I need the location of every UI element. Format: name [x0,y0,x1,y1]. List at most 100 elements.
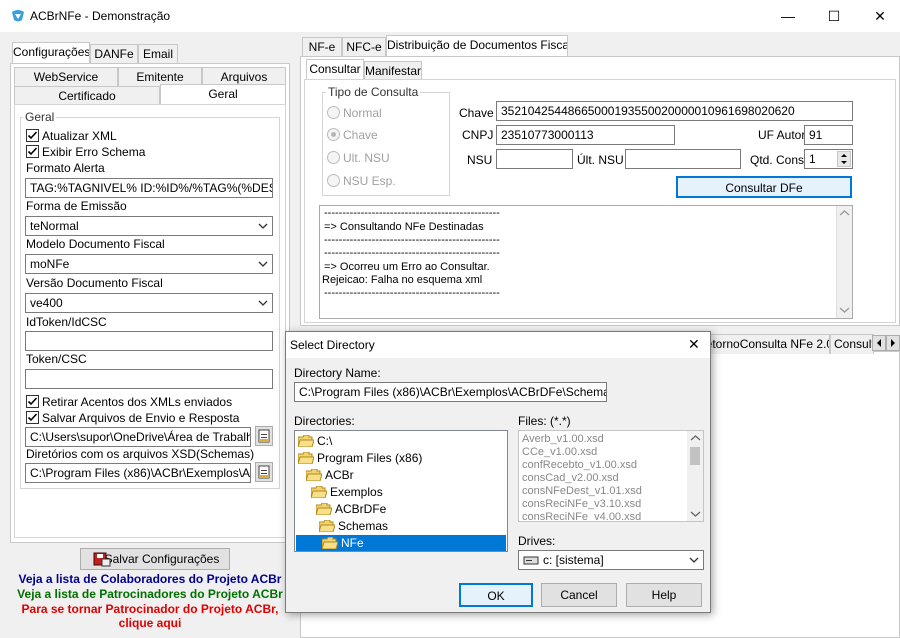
tipo-consulta-title: Tipo de Consulta [326,85,421,99]
tab-manifestar[interactable]: Manifestar [364,61,422,81]
log-scrollbar[interactable] [836,206,852,318]
token-input[interactable] [25,369,273,389]
tab-email[interactable]: Email [138,44,178,64]
dialog-close-button[interactable]: ✕ [688,336,700,353]
files-list[interactable]: Averb_v1.00.xsd CCe_v1.00.xsd confRecebt… [518,430,704,522]
radio-chave[interactable] [327,128,340,141]
tab-configuracoes[interactable]: Configurações [12,42,90,64]
tab-certificado[interactable]: Certificado [14,86,160,106]
browse-salvar-button[interactable] [255,426,273,446]
tab-consultar[interactable]: Consultar [306,59,364,80]
help-button[interactable]: Help [626,583,702,607]
patrocinadores-link[interactable]: Veja a lista de Patrocinadores do Projet… [10,587,290,601]
file-item[interactable]: CCe_v1.00.xsd [522,446,597,459]
dir-item-nfe-selected[interactable]: NFe [296,535,506,551]
qtd-cons-value: 1 [809,152,816,166]
atualizar-xml-checkbox[interactable] [26,129,39,142]
cancel-button[interactable]: Cancel [541,583,617,607]
chave-input[interactable]: 3521042544866500019355002000001096169802… [496,101,853,121]
radio-ult-nsu[interactable] [327,151,340,164]
ult-nsu-input[interactable] [625,149,741,169]
scroll-down-icon[interactable] [839,306,850,314]
dir-item-schemas[interactable]: Schemas [319,518,388,534]
patrocinador-link-line1[interactable]: Para se tornar Patrocinador do Projeto A… [10,602,290,616]
dir-item-acbrdfe[interactable]: ACBrDFe [316,501,386,517]
chevron-down-icon [258,223,268,229]
radio-nsu-esp[interactable] [327,174,340,187]
colaboradores-link[interactable]: Veja a lista de Colaboradores do Projeto… [10,572,290,586]
ult-nsu-label: Últ. NSU [577,153,624,167]
tab-nfce[interactable]: NFC-e [342,37,386,57]
dir-item-program-files[interactable]: Program Files (x86) [298,450,422,466]
file-item[interactable]: consNFeDest_v1.01.xsd [522,485,642,498]
schemas-path-input[interactable]: C:\Program Files (x86)\ACBr\Exemplos\ACB… [25,463,251,483]
file-item[interactable]: consReciNFe_v4.00.xsd [522,511,641,521]
tab-consult[interactable]: Consult [830,334,874,354]
spin-updown-icon[interactable] [837,151,851,167]
log-memo[interactable]: ----------------------------------------… [319,205,853,319]
directories-list[interactable]: C:\ Program Files (x86) ACBr Exemplos AC… [294,430,508,552]
dir-label: ACBr [325,468,354,482]
idtoken-input[interactable] [25,331,273,351]
tab-retorno-consulta[interactable]: RetornoConsulta NFe 2.01 [696,334,830,354]
qtd-cons-input[interactable]: 1 [804,149,853,169]
schemas-label: Diretórios com os arquivos XSD(Schemas) [26,447,255,461]
close-button[interactable]: ✕ [857,0,900,32]
file-item[interactable]: consCad_v2.00.xsd [522,472,619,485]
scroll-up-icon[interactable] [839,209,850,217]
file-item[interactable]: confRecebto_v1.00.xsd [522,459,637,472]
salvar-configuracoes-label: Salvar Configurações [104,552,220,566]
formato-alerta-label: Formato Alerta [26,161,105,175]
files-scrollbar[interactable] [687,431,703,521]
ok-button[interactable]: OK [459,583,533,607]
salvar-arquivos-checkbox[interactable] [26,411,39,424]
scroll-down-icon[interactable] [690,510,701,518]
dir-label: ACBrDFe [335,502,387,516]
file-item[interactable]: Averb_v1.00.xsd [522,433,604,446]
folder-open-icon [306,469,322,481]
radio-normal[interactable] [327,106,340,119]
dir-item-exemplos[interactable]: Exemplos [311,484,383,500]
dir-label: Schemas [338,519,389,533]
forma-emissao-select[interactable]: teNormal [25,216,273,236]
uf-autor-input[interactable]: 91 [804,125,853,145]
tabs-scroll-left-button[interactable] [872,335,886,351]
file-item[interactable]: consReciNFe_v3.10.xsd [522,498,641,511]
exibir-erro-schema-checkbox[interactable] [26,145,39,158]
cnpj-input[interactable]: 23510773000113 [496,125,675,145]
chevron-down-icon [258,261,268,267]
modelo-select[interactable]: moNFe [25,254,273,274]
maximize-button[interactable]: ☐ [811,0,857,32]
tab-danfe[interactable]: DANFe [90,44,138,64]
radio-chave-label: Chave [343,128,378,142]
check-icon [27,397,38,406]
salvar-path-input[interactable]: C:\Users\supor\OneDrive\Área de Trabalho… [25,427,251,447]
consultar-dfe-button[interactable]: Consultar DFe [676,176,852,198]
drives-select[interactable]: c: [sistema] [518,550,704,570]
dir-item-acbr[interactable]: ACBr [306,467,354,483]
files-label: Files: (*.*) [518,414,571,428]
minimize-button[interactable]: — [765,0,811,32]
nsu-input[interactable] [496,149,573,169]
files-scroll-thumb[interactable] [690,447,700,465]
scroll-up-icon[interactable] [690,434,701,442]
app-logo-icon [12,10,24,22]
tab-distribuicao[interactable]: Distribuição de Documentos Fiscais [386,35,568,57]
tabs-scroll-right-button[interactable] [886,335,900,351]
dir-item-c-root[interactable]: C:\ [298,433,332,449]
dialog-title: Select Directory [290,338,375,352]
salvar-configuracoes-button[interactable]: Salvar Configurações [80,548,230,570]
dir-name-input[interactable]: C:\Program Files (x86)\ACBr\Exemplos\ACB… [294,382,607,402]
browse-schemas-button[interactable] [255,462,273,482]
retirar-acentos-checkbox[interactable] [26,395,39,408]
tab-webservice[interactable]: WebService [14,67,118,87]
log-separator: ----------------------------------------… [324,207,500,219]
tab-nfe[interactable]: NF-e [302,37,342,57]
patrocinador-link-line2[interactable]: clique aqui [10,616,290,630]
radio-normal-label: Normal [343,106,382,120]
formato-alerta-input[interactable]: TAG:%TAGNIVEL% ID:%ID%/%TAG%(%DESCRICAO%… [25,178,273,198]
select-directory-dialog: Select Directory ✕ Directory Name: C:\Pr… [285,331,711,613]
geral-group-title: Geral [23,110,57,124]
tab-geral[interactable]: Geral [160,84,286,106]
versao-select[interactable]: ve400 [25,293,273,313]
